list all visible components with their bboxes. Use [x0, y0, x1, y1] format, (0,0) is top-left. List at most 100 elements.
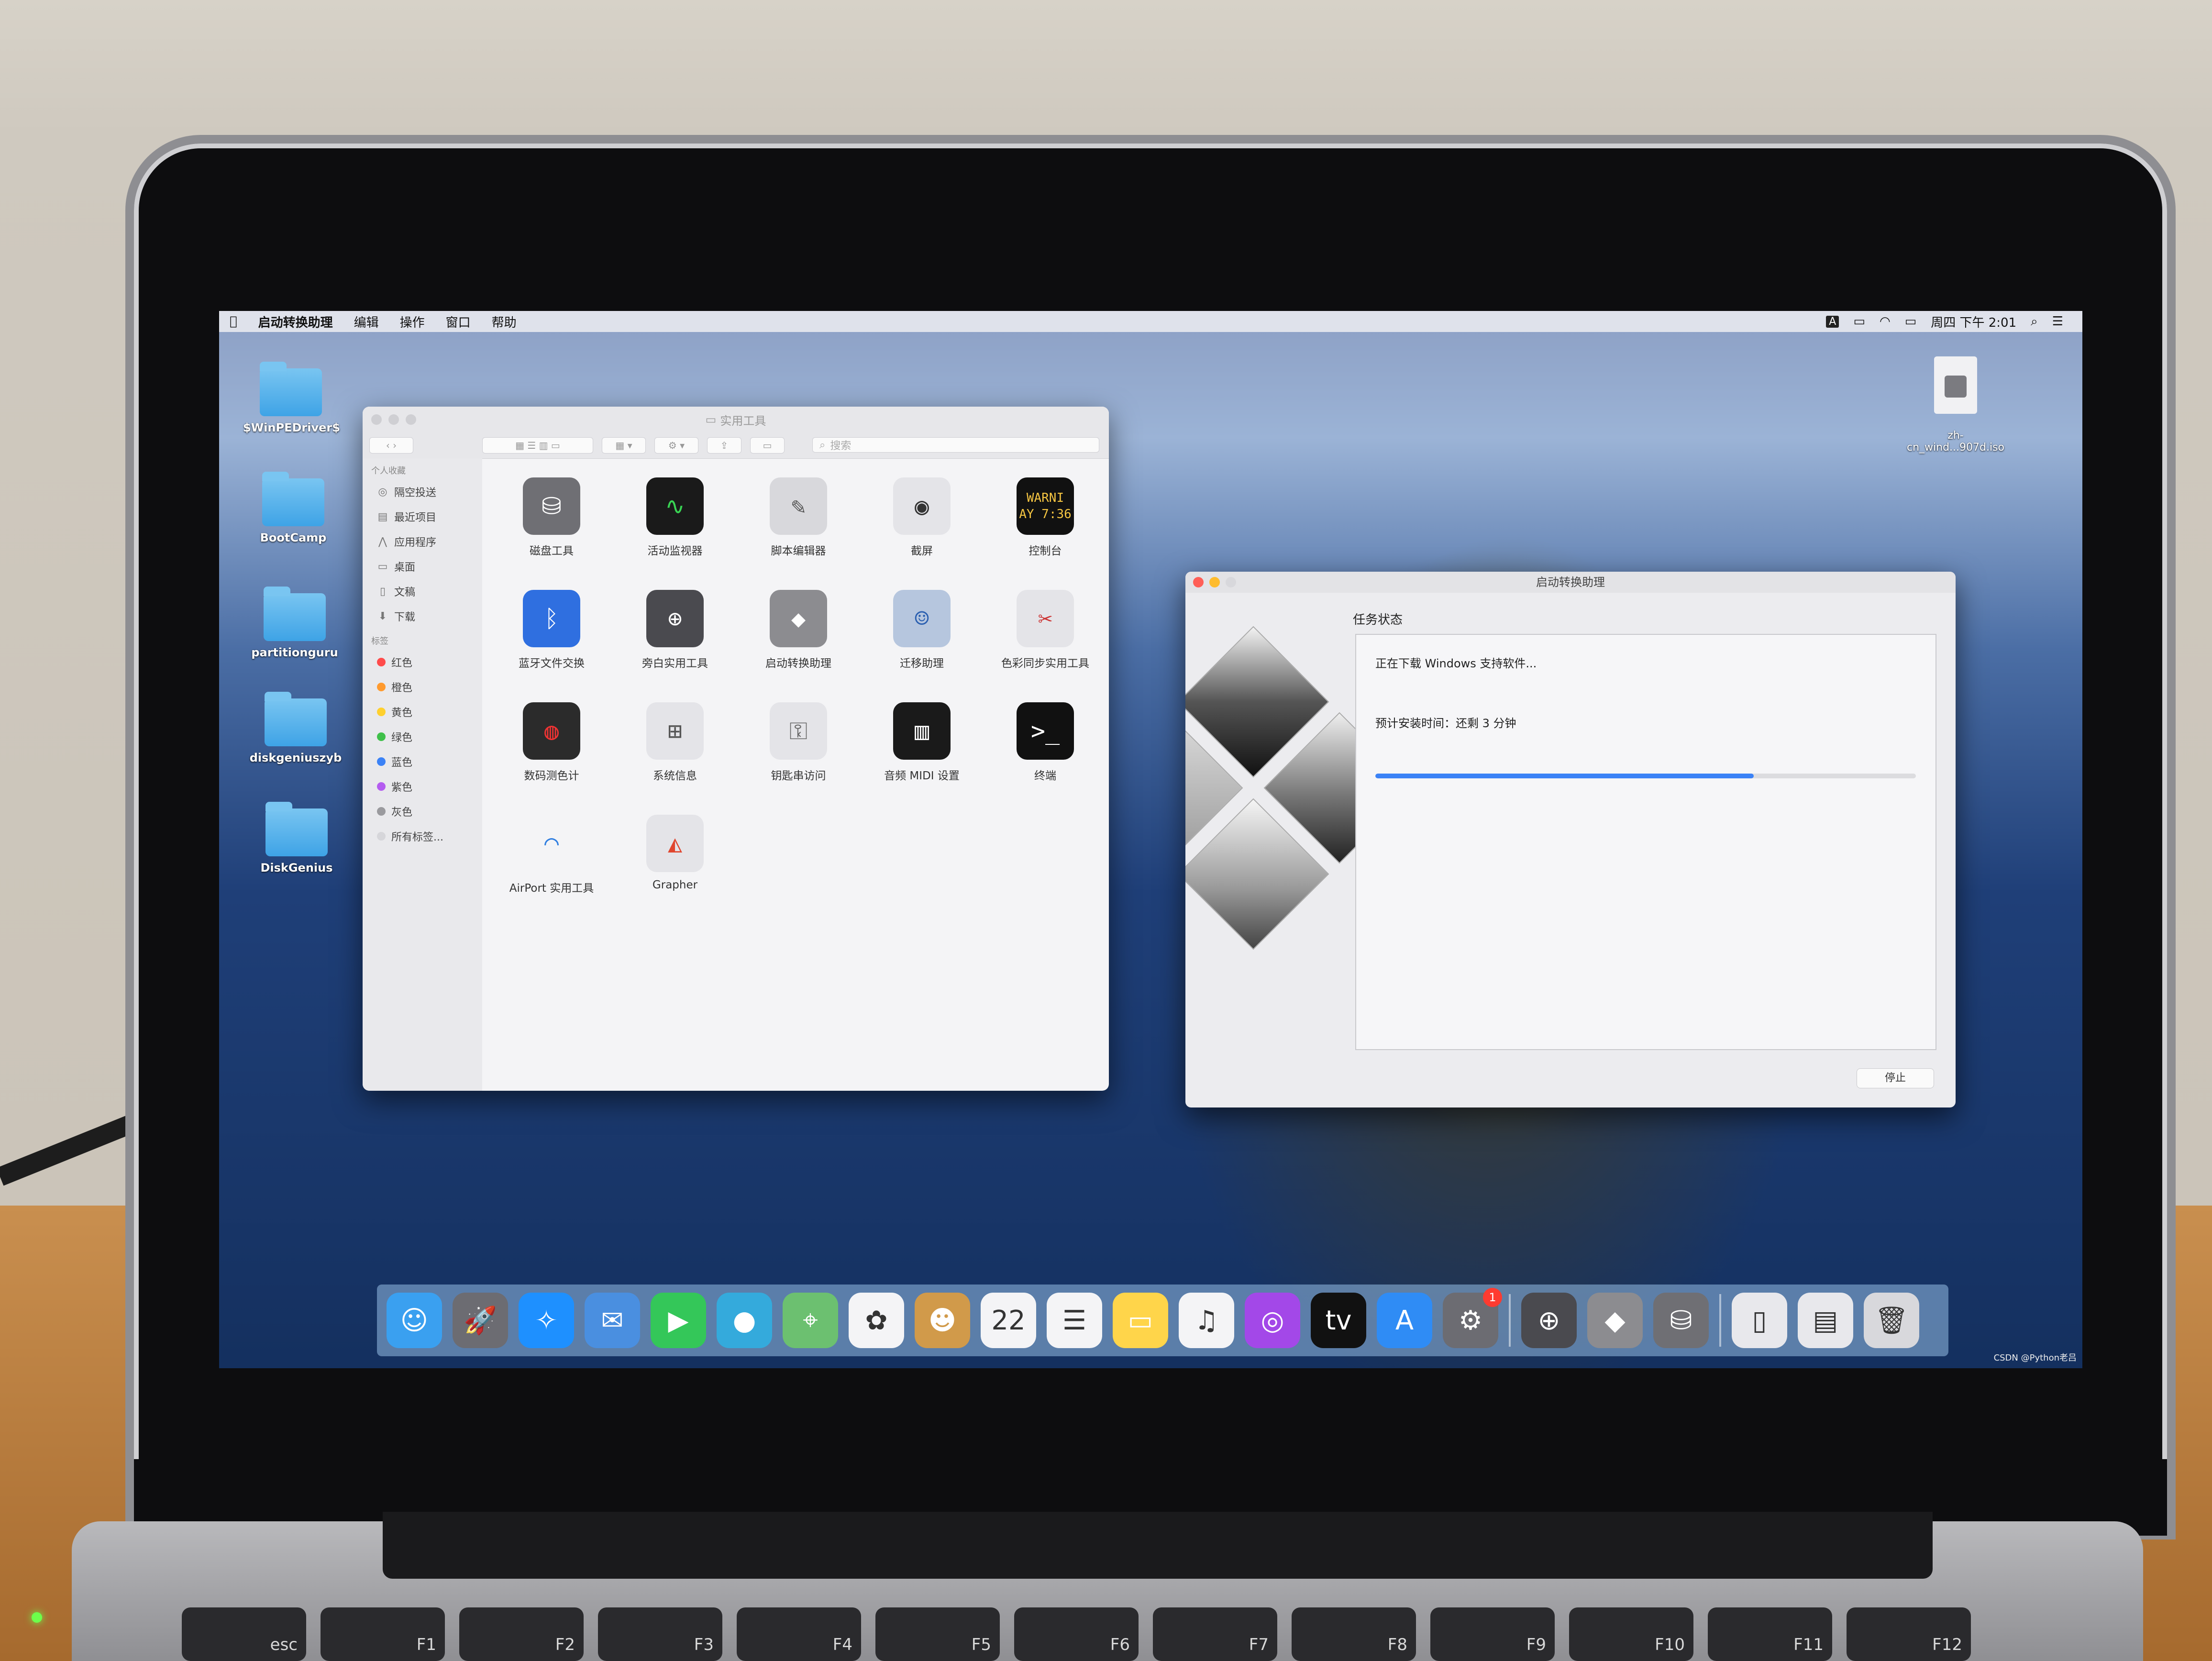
sidebar-tag[interactable]: 橙色 — [363, 675, 482, 699]
desktop-iso-file[interactable]: zh- cn_wind...907d.iso — [1893, 344, 2018, 465]
dock-glyph: ✧ — [535, 1305, 558, 1336]
launchpad-icon[interactable]: 🚀 — [453, 1293, 508, 1348]
mail-icon[interactable]: ✉ — [585, 1293, 640, 1348]
sidebar-tag[interactable]: 蓝色 — [363, 749, 482, 774]
sidebar-section-favorites: 个人收藏 — [371, 466, 406, 476]
sidebar-tag[interactable]: 绿色 — [363, 724, 482, 749]
app-item[interactable]: ▥ 音频 MIDI 设置 — [862, 693, 982, 803]
back-forward-buttons[interactable]: ‹ › — [369, 437, 413, 454]
app-item[interactable]: ⊕ 旁白实用工具 — [615, 580, 735, 690]
app-label: 终端 — [1034, 770, 1056, 782]
app-item[interactable]: ◉ 截屏 — [862, 468, 982, 578]
trash-icon[interactable]: 🗑 — [1864, 1293, 1919, 1348]
app-item[interactable]: ᛒ 蓝牙文件交换 — [492, 580, 611, 690]
view-mode-buttons[interactable]: ▦ ☰ ▥ ▭ — [482, 437, 593, 454]
desktop-folder-bootcamp[interactable]: BootCamp — [245, 472, 341, 544]
search-input[interactable]: ⌕ 搜索 — [812, 437, 1099, 453]
apple-tv-icon[interactable]: tv — [1311, 1293, 1366, 1348]
disk-utility-dock-icon[interactable]: ⛁ — [1653, 1293, 1709, 1348]
system-preferences-icon[interactable]: ⚙ 1 — [1443, 1288, 1502, 1348]
menu-app-name[interactable]: 启动转换助理 — [248, 313, 343, 331]
menu-edit[interactable]: 编辑 — [343, 313, 389, 331]
facetime-icon[interactable]: ▶ — [651, 1293, 706, 1348]
podcasts-icon[interactable]: ◎ — [1245, 1293, 1300, 1348]
reminders-icon[interactable]: ☰ — [1047, 1293, 1102, 1348]
clock[interactable]: 周四 下午 2:01 — [1931, 313, 2016, 331]
desktop-folder-diskgenius[interactable]: DiskGenius — [249, 802, 344, 875]
app-item[interactable]: ⚿ 钥匙串访问 — [739, 693, 858, 803]
app-item[interactable]: ◠ AirPort 实用工具 — [492, 805, 611, 915]
spotlight-icon[interactable]: ⌕ — [2031, 314, 2038, 329]
folder-icon — [262, 472, 324, 526]
app-store-icon[interactable]: A — [1377, 1293, 1432, 1348]
app-item[interactable]: ✂ 色彩同步实用工具 — [985, 580, 1105, 690]
app-item[interactable]: ◆ 启动转换助理 — [739, 580, 858, 690]
desktop-icon: ▭ — [377, 560, 388, 573]
battery-icon[interactable]: ▭ — [1905, 314, 1917, 329]
sidebar-item[interactable]: ⋀ 应用程序 — [363, 529, 482, 554]
maps-icon[interactable]: ⌖ — [783, 1293, 838, 1348]
tags-button[interactable]: ▭ — [750, 437, 785, 454]
notes-icon[interactable]: ▭ — [1113, 1293, 1168, 1348]
messages-icon[interactable]: ● — [717, 1293, 772, 1348]
zoom-button[interactable] — [1226, 577, 1236, 587]
zoom-button[interactable] — [406, 414, 416, 425]
contacts-icon[interactable]: ☻ — [915, 1293, 970, 1348]
sidebar-tag[interactable]: 灰色 — [363, 799, 482, 824]
app-item[interactable]: ∿ 活动监视器 — [615, 468, 735, 578]
folder-icon — [265, 692, 327, 746]
sidebar-tag[interactable]: 黄色 — [363, 699, 482, 724]
minimize-button[interactable] — [1209, 577, 1220, 587]
app-item[interactable]: >_ 终端 — [985, 693, 1105, 803]
menu-window[interactable]: 窗口 — [435, 313, 481, 331]
keyboard-key: esc — [182, 1607, 306, 1661]
voiceover-dock-icon[interactable]: ⊕ — [1521, 1293, 1577, 1348]
app-item[interactable]: ✎ 脚本编辑器 — [739, 468, 858, 578]
app-item[interactable]: WARNI AY 7:36 控制台 — [985, 468, 1105, 578]
input-method-icon[interactable]: A — [1826, 315, 1839, 328]
action-button[interactable]: ⚙ ▾ — [654, 437, 698, 454]
boot-camp-window: 启动转换助理 任务状态 正在下载 Windows 支持软件... 预计安装时间：… — [1185, 572, 1956, 1107]
share-button[interactable]: ⇪ — [707, 437, 741, 454]
sidebar-item[interactable]: ⬇ 下载 — [363, 604, 482, 629]
close-button[interactable] — [371, 414, 382, 425]
music-icon[interactable]: ♫ — [1179, 1293, 1234, 1348]
boot-camp-dock-icon[interactable]: ◆ — [1587, 1293, 1643, 1348]
desktop-folder-winpedriver[interactable]: $WinPEDriver$ — [243, 362, 340, 434]
app-item[interactable]: ☺ 迁移助理 — [862, 580, 982, 690]
iso-file-icon[interactable]: ▯ — [1732, 1293, 1787, 1348]
app-item[interactable]: ◭ Grapher — [615, 805, 735, 915]
sidebar-item[interactable]: ▤ 最近项目 — [363, 504, 482, 529]
sidebar-tag[interactable]: 紫色 — [363, 774, 482, 799]
safari-icon[interactable]: ✧ — [519, 1293, 574, 1348]
sidebar-item-label: 最近项目 — [394, 512, 437, 524]
desktop-folder-diskgeniuszyb[interactable]: diskgeniuszyb — [248, 692, 343, 764]
menu-action[interactable]: 操作 — [389, 313, 435, 331]
sidebar-item[interactable]: ▭ 桌面 — [363, 554, 482, 579]
desktop-icon-label: $WinPEDriver$ — [243, 421, 340, 434]
app-item[interactable]: ⊞ 系统信息 — [615, 693, 735, 803]
sidebar-item[interactable]: ▯ 文稿 — [363, 579, 482, 604]
close-button[interactable] — [1193, 577, 1204, 587]
minimize-button[interactable] — [388, 414, 399, 425]
app-item[interactable]: ⛁ 磁盘工具 — [492, 468, 611, 578]
finder-icon[interactable]: ☺ — [387, 1293, 442, 1348]
calendar-icon[interactable]: 22 — [981, 1293, 1036, 1348]
photos-icon[interactable]: ✿ — [849, 1293, 904, 1348]
downloads-stack-icon[interactable]: ▤ — [1798, 1293, 1853, 1348]
sidebar-tag[interactable]: 红色 — [363, 650, 482, 675]
screenshot-icon: ◉ — [893, 477, 951, 535]
app-item[interactable]: ◍ 数码测色计 — [492, 693, 611, 803]
app-label: 磁盘工具 — [530, 545, 574, 557]
menu-help[interactable]: 帮助 — [481, 313, 527, 331]
airplay-icon[interactable]: ▭ — [1853, 314, 1865, 329]
sidebar-item[interactable]: ◎ 隔空投送 — [363, 479, 482, 504]
apple-icon[interactable]:  — [219, 314, 248, 329]
airdrop-icon: ◎ — [378, 486, 387, 498]
group-button[interactable]: ▦ ▾ — [602, 437, 646, 454]
sidebar-tag[interactable]: 所有标签... — [363, 824, 482, 849]
wifi-icon[interactable]: ◠ — [1880, 314, 1891, 329]
notification-center-icon[interactable]: ☰ — [2052, 314, 2063, 329]
desktop-folder-partitionguru[interactable]: partitionguru — [247, 587, 343, 659]
stop-button[interactable]: 停止 — [1857, 1068, 1934, 1088]
